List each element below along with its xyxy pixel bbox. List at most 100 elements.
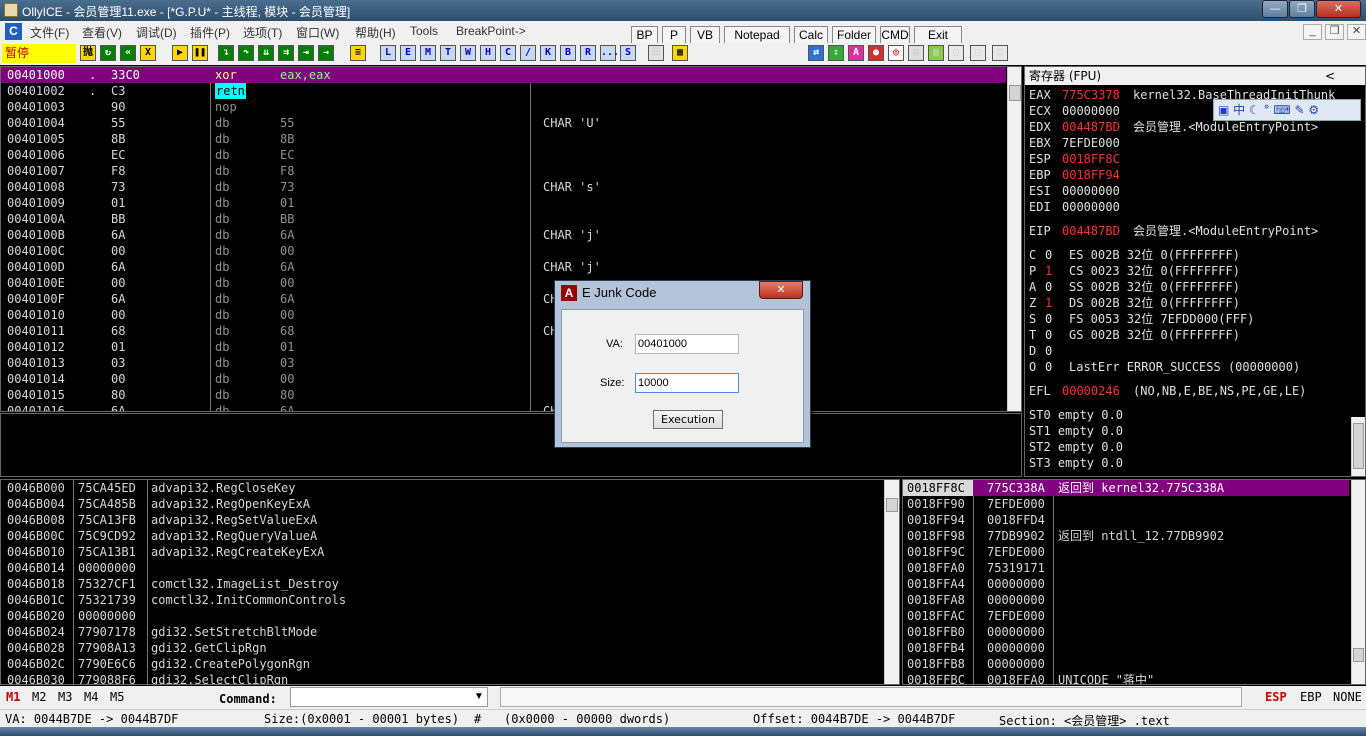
- disasm-row[interactable]: 00401013 03 db 03: [1, 355, 1006, 371]
- dump-row[interactable]: 0046B010 75CA13B1 advapi32.RegCreateKeyExA: [1, 544, 881, 560]
- dump-row[interactable]: 0046B030 779088F6 gdi32.SelectClipRgn: [1, 672, 881, 684]
- restart-icon[interactable]: ↻: [100, 45, 116, 61]
- open-icon[interactable]: 抛: [80, 45, 96, 61]
- register-row[interactable]: EDX 004487BD 会员管理.<ModuleEntryPoint>: [1029, 119, 1365, 135]
- plugin7-icon[interactable]: ▢: [970, 45, 986, 61]
- step-into-icon[interactable]: ↴: [218, 45, 234, 61]
- mdi-restore-button[interactable]: ❐: [1325, 24, 1344, 40]
- dump-row[interactable]: 0046B014 00000000: [1, 560, 881, 576]
- disasm-row[interactable]: 0040100F 6A db 6A CH: [1, 291, 1006, 307]
- disasm-row[interactable]: 00401008 73 db 73 CHAR 's': [1, 179, 1006, 195]
- stack-row[interactable]: 0018FF8C 775C338A 返回到 kernel32.775C338A: [903, 480, 1349, 496]
- flag-row[interactable]: D0: [1029, 343, 1365, 359]
- reg-none-tab[interactable]: NONE: [1333, 690, 1362, 704]
- mdi-minimize-button[interactable]: _: [1303, 24, 1322, 40]
- stack-row[interactable]: 0018FFA8 00000000: [903, 592, 1349, 608]
- ime-moon-icon[interactable]: ☾ ° ⌨ ✎ ⚙: [1249, 103, 1319, 117]
- menu-options[interactable]: 选项(T): [243, 24, 282, 41]
- fpu-row[interactable]: ST2 empty 0.0: [1029, 439, 1365, 455]
- dump-tab-m3[interactable]: M3: [58, 690, 72, 704]
- register-row[interactable]: ESI 00000000: [1029, 183, 1365, 199]
- menu-window[interactable]: 窗口(W): [296, 24, 339, 41]
- disasm-row[interactable]: 00401012 01 db 01: [1, 339, 1006, 355]
- flag-row[interactable]: Z 1 DS 002B 32位 0(FFFFFFFF): [1029, 295, 1365, 311]
- flag-row[interactable]: C 0 ES 002B 32位 0(FFFFFFFF): [1029, 247, 1365, 263]
- modules-window-button[interactable]: E: [400, 45, 416, 61]
- callstack-window-button[interactable]: K: [540, 45, 556, 61]
- dump-row[interactable]: 0046B004 75CA485B advapi32.RegOpenKeyExA: [1, 496, 881, 512]
- disasm-row[interactable]: 00401011 68 db 68 CH: [1, 323, 1006, 339]
- grid-icon[interactable]: ▦: [672, 45, 688, 61]
- dump-row[interactable]: 0046B00C 75C9CD92 advapi32.RegQueryValueA: [1, 528, 881, 544]
- memory-window-button[interactable]: M: [420, 45, 436, 61]
- disasm-row[interactable]: 00401007 F8 db F8: [1, 163, 1006, 179]
- stack-row[interactable]: 0018FFB8 00000000: [903, 656, 1349, 672]
- plugin3-icon[interactable]: ●: [868, 45, 884, 61]
- disasm-row[interactable]: 0040100B 6A db 6A CHAR 'j': [1, 227, 1006, 243]
- register-row[interactable]: EFL 00000246 (NO,NB,E,BE,NS,PE,GE,LE): [1029, 383, 1365, 399]
- disasm-row[interactable]: 0040100C 00 db 00: [1, 243, 1006, 259]
- stack-row[interactable]: 0018FF94 0018FFD4: [903, 512, 1349, 528]
- register-row[interactable]: EBP 0018FF94: [1029, 167, 1365, 183]
- dump-row[interactable]: 0046B01C 75321739 comctl32.InitCommonContr…: [1, 592, 881, 608]
- stack-row[interactable]: 0018FFAC 7EFDE000: [903, 608, 1349, 624]
- fpu-row[interactable]: ST3 empty 0.0: [1029, 455, 1365, 471]
- registers-scrollbar[interactable]: [1351, 417, 1365, 476]
- trace-into-icon[interactable]: ⇊: [258, 45, 274, 61]
- plugin4-icon[interactable]: ▤: [908, 45, 924, 61]
- menu-file[interactable]: 文件(F): [30, 24, 69, 41]
- disassembly-pane[interactable]: 00401000. 33C0 xor eax,eax 00401002. C3 retn 00…: [0, 66, 1022, 412]
- mdi-close-button[interactable]: ✕: [1347, 24, 1366, 40]
- threads-window-button[interactable]: T: [440, 45, 456, 61]
- stack-row[interactable]: 0018FFA0 75319171: [903, 560, 1349, 576]
- dump-tab-m1[interactable]: M1: [6, 690, 20, 704]
- dump-row[interactable]: 0046B024 77907178 gdi32.SetStretchBltMode: [1, 624, 881, 640]
- cpu-window-button[interactable]: C: [500, 45, 516, 61]
- disasm-row[interactable]: 00401000. 33C0 xor eax,eax: [1, 67, 1006, 83]
- register-row[interactable]: EIP 004487BD 会员管理.<ModuleEntryPoint>: [1029, 223, 1365, 239]
- disasm-row[interactable]: 00401016 6A db 6A CH: [1, 403, 1006, 411]
- ime-logo-icon[interactable]: ▣: [1218, 103, 1229, 117]
- stack-row[interactable]: 0018FF90 7EFDE000: [903, 496, 1349, 512]
- stack-pane[interactable]: 0018FF8C 775C338A 返回到 kernel32.775C338A 001…: [902, 479, 1366, 685]
- references-window-button[interactable]: R: [580, 45, 596, 61]
- stack-row[interactable]: 0018FF9C 7EFDE000: [903, 544, 1349, 560]
- flag-row[interactable]: S 0 FS 0053 32位 7EFDD000(FFF): [1029, 311, 1365, 327]
- execution-button[interactable]: Execution: [653, 410, 723, 429]
- dump-row[interactable]: 0046B000 75CA45ED advapi32.RegCloseKey: [1, 480, 881, 496]
- menu-breakpoint[interactable]: BreakPoint->: [456, 24, 526, 38]
- ime-toolbar[interactable]: ▣ 中 ☾ ° ⌨ ✎ ⚙: [1213, 99, 1361, 121]
- target-icon[interactable]: ◎: [888, 45, 904, 61]
- close-program-icon[interactable]: «: [120, 45, 136, 61]
- windows-window-button[interactable]: W: [460, 45, 476, 61]
- register-row[interactable]: ESP 0018FF8C: [1029, 151, 1365, 167]
- execute-till-return-icon[interactable]: ⇥: [298, 45, 314, 61]
- refresh-icon[interactable]: ⇄: [808, 45, 824, 61]
- dump-pane[interactable]: 0046B000 75CA45ED advapi32.RegCloseKey 0046…: [0, 479, 900, 685]
- disasm-row[interactable]: 00401015 80 db 80: [1, 387, 1006, 403]
- fpu-row[interactable]: ST1 empty 0.0: [1029, 423, 1365, 439]
- run-icon[interactable]: ▶: [172, 45, 188, 61]
- disasm-row[interactable]: 00401005 8B db 8B: [1, 131, 1006, 147]
- fpu-row[interactable]: ST0 empty 0.0: [1029, 407, 1365, 423]
- va-input[interactable]: [635, 334, 739, 354]
- dump-tab-m2[interactable]: M2: [32, 690, 46, 704]
- dump-row[interactable]: 0046B020 00000000: [1, 608, 881, 624]
- disasm-row[interactable]: 00401014 00 db 00: [1, 371, 1006, 387]
- goto-icon[interactable]: →: [318, 45, 334, 61]
- flag-row[interactable]: P 1 CS 0023 32位 0(FFFFFFFF): [1029, 263, 1365, 279]
- flag-row[interactable]: O 0 LastErr ERROR_SUCCESS (00000000): [1029, 359, 1365, 375]
- title-bar[interactable]: OllyICE - 会员管理11.exe - [*G.P.U* - 主线程, 模…: [0, 0, 1366, 21]
- disasm-row[interactable]: 00401002. C3 retn: [1, 83, 1006, 99]
- terminate-icon[interactable]: X: [140, 45, 156, 61]
- reg-esp-tab[interactable]: ESP: [1265, 690, 1287, 704]
- disasm-row[interactable]: 0040100D 6A db 6A CHAR 'j': [1, 259, 1006, 275]
- breakpoints-window-button[interactable]: B: [560, 45, 576, 61]
- disasm-row[interactable]: 00401006 EC db EC: [1, 147, 1006, 163]
- reg-ebp-tab[interactable]: EBP: [1300, 690, 1322, 704]
- menu-view[interactable]: 查看(V): [82, 24, 122, 41]
- dump-scrollbar[interactable]: [884, 480, 899, 684]
- dump-tab-m4[interactable]: M4: [84, 690, 98, 704]
- menu-tools[interactable]: Tools: [410, 24, 438, 38]
- minimize-button[interactable]: —: [1262, 0, 1288, 18]
